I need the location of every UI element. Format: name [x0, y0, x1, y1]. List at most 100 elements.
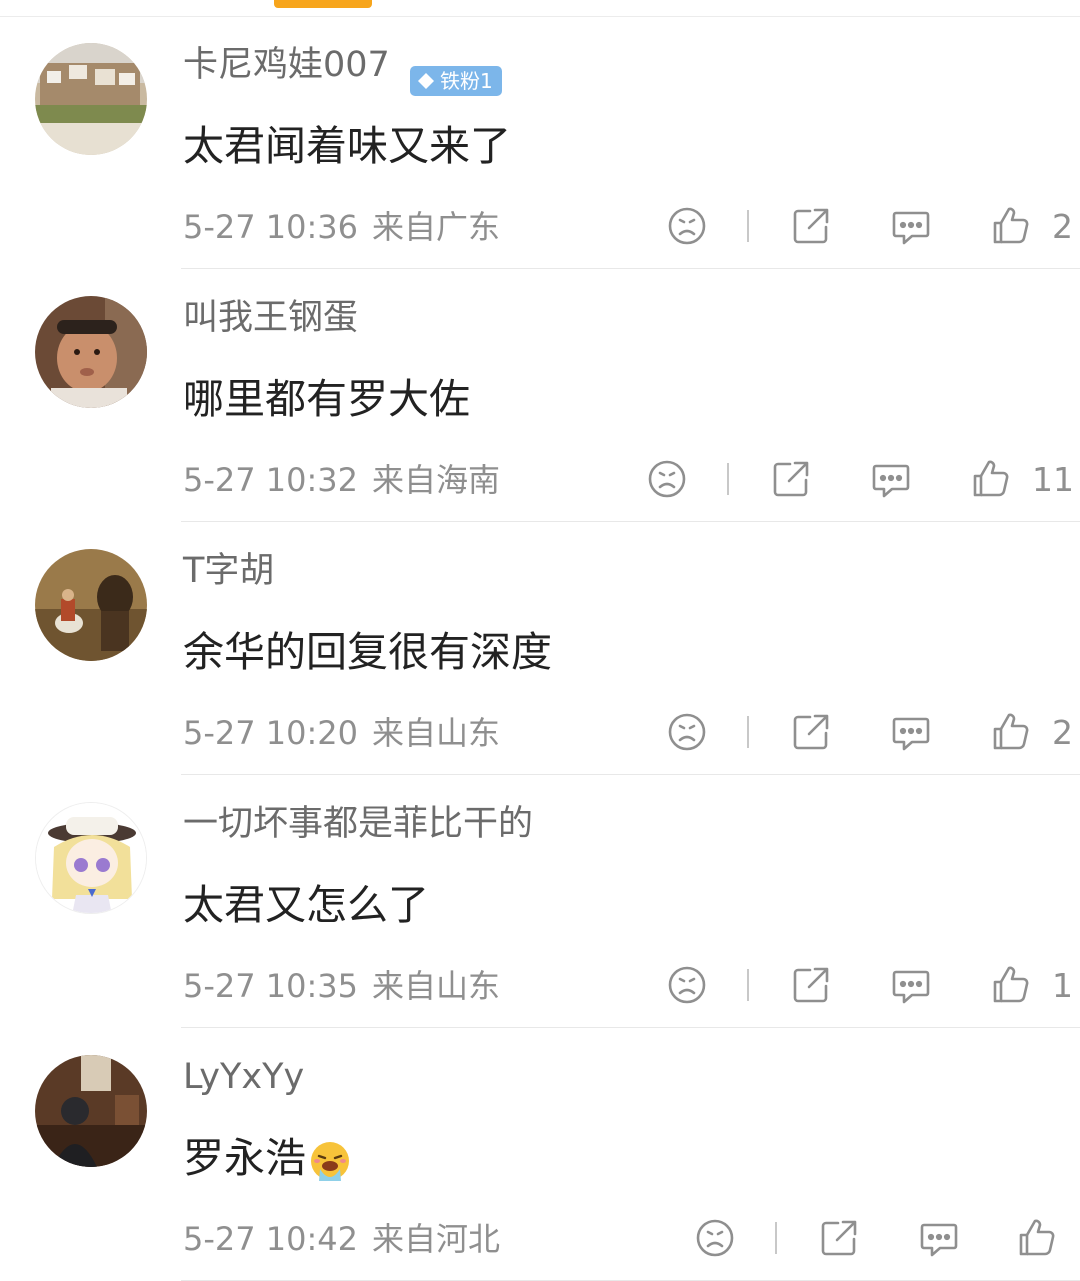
thumbs-up-icon: [993, 207, 1029, 244]
anime-girl-avatar-icon: [36, 803, 146, 913]
sad-face-icon: [696, 1219, 734, 1257]
reply-button[interactable]: [870, 455, 912, 503]
thumbs-up-icon: [1019, 1219, 1055, 1256]
separator: [747, 716, 749, 748]
comment-icon: [920, 1223, 958, 1257]
avatar[interactable]: [35, 802, 147, 914]
separator: [727, 463, 729, 495]
thumbs-up-icon: [973, 460, 1009, 497]
comment-text: 罗永浩: [183, 1132, 352, 1184]
share-icon: [793, 208, 829, 244]
comment-text: 哪里都有罗大佐: [183, 375, 470, 423]
comment-meta: 5-27 10:35 来自山东: [183, 965, 500, 1007]
comment-text-content: 罗永浩: [183, 1134, 306, 1182]
like-count: 11: [1032, 459, 1074, 499]
username[interactable]: LyYxYy: [183, 1055, 304, 1099]
sad-face-icon: [648, 460, 686, 498]
share-icon: [793, 714, 829, 750]
sad-face-icon: [668, 966, 706, 1004]
comment-item: 叫我王钢蛋 哪里都有罗大佐 5-27 10:32 来自海南 11: [0, 269, 1080, 522]
comment-item: T字胡 余华的回复很有深度 5-27 10:20 来自山东 2: [0, 522, 1080, 775]
comment-icon: [872, 464, 910, 498]
share-button[interactable]: [790, 961, 832, 1009]
location: 来自山东: [372, 714, 501, 752]
thumbs-up-icon: [993, 713, 1029, 750]
comment-text: 太君闻着味又来了: [183, 122, 511, 170]
active-tab-indicator: [274, 0, 372, 8]
separator: [747, 969, 749, 1001]
painting-avatar-icon: [35, 549, 147, 661]
thumbs-up-icon: [993, 966, 1029, 1003]
share-button[interactable]: [818, 1214, 860, 1262]
like-button[interactable]: 2: [990, 202, 1073, 250]
share-button[interactable]: [790, 202, 832, 250]
share-button[interactable]: [770, 455, 812, 503]
comment-meta: 5-27 10:42 来自河北: [183, 1218, 500, 1260]
cafe-avatar-icon: [35, 1055, 147, 1167]
avatar[interactable]: [35, 1055, 147, 1167]
comment-text: 太君又怎么了: [183, 881, 429, 929]
action-bar: 1: [626, 961, 1073, 1009]
username[interactable]: 叫我王钢蛋: [183, 296, 358, 340]
location: 来自海南: [372, 461, 501, 499]
comment-icon: [892, 717, 930, 751]
comment-item: LyYxYy 罗永浩 5-27 10:42 来自河北: [0, 1028, 1080, 1281]
reply-button[interactable]: [890, 202, 932, 250]
username[interactable]: 卡尼鸡娃007: [183, 43, 390, 87]
timestamp: 5-27 10:20: [183, 714, 359, 752]
action-bar: 2: [626, 708, 1073, 756]
comment-meta: 5-27 10:36 来自广东: [183, 206, 500, 248]
share-icon: [773, 461, 809, 497]
action-bar: 2: [626, 202, 1073, 250]
sad-face-icon: [668, 207, 706, 245]
landscape-avatar-icon: [35, 43, 147, 155]
like-count: 2: [1052, 206, 1073, 246]
timestamp: 5-27 10:42: [183, 1220, 359, 1258]
location: 来自广东: [372, 208, 501, 246]
badge-label: 铁粉1: [440, 69, 493, 93]
like-count: 2: [1052, 712, 1073, 752]
dislike-button[interactable]: [694, 1214, 736, 1262]
comment-item: 卡尼鸡娃007 铁粉1 太君闻着味又来了 5-27 10:36 来自广东 2: [0, 16, 1080, 269]
fan-badge[interactable]: 铁粉1: [410, 66, 502, 96]
location: 来自山东: [372, 967, 501, 1005]
avatar[interactable]: [35, 43, 147, 155]
username[interactable]: 一切坏事都是菲比干的: [183, 802, 533, 846]
dislike-button[interactable]: [646, 455, 688, 503]
reply-button[interactable]: [918, 1214, 960, 1262]
like-count: 1: [1052, 965, 1073, 1005]
comment-icon: [892, 970, 930, 1004]
timestamp: 5-27 10:32: [183, 461, 359, 499]
username[interactable]: T字胡: [183, 549, 274, 593]
like-button[interactable]: [1016, 1214, 1078, 1262]
like-button[interactable]: 11: [970, 455, 1074, 503]
location: 来自河北: [372, 1220, 501, 1258]
comment-meta: 5-27 10:20 来自山东: [183, 712, 500, 754]
share-button[interactable]: [790, 708, 832, 756]
reply-button[interactable]: [890, 961, 932, 1009]
child-avatar-icon: [35, 296, 147, 408]
separator: [747, 210, 749, 242]
vomit-emoji-icon: [311, 1142, 349, 1181]
action-bar: 11: [626, 455, 1074, 503]
dislike-button[interactable]: [666, 708, 708, 756]
like-button[interactable]: 1: [990, 961, 1073, 1009]
sad-face-icon: [668, 713, 706, 751]
comment-icon: [892, 211, 930, 245]
dislike-button[interactable]: [666, 202, 708, 250]
comment-item: 一切坏事都是菲比干的 太君又怎么了 5-27 10:35 来自山东 1: [0, 775, 1080, 1028]
avatar[interactable]: [35, 296, 147, 408]
diamond-icon: [418, 73, 434, 89]
like-button[interactable]: 2: [990, 708, 1073, 756]
dislike-button[interactable]: [666, 961, 708, 1009]
share-icon: [821, 1220, 857, 1256]
timestamp: 5-27 10:36: [183, 208, 359, 246]
reply-button[interactable]: [890, 708, 932, 756]
action-bar: [626, 1214, 1055, 1262]
comment-meta: 5-27 10:32 来自海南: [183, 459, 500, 501]
avatar[interactable]: [35, 549, 147, 661]
timestamp: 5-27 10:35: [183, 967, 359, 1005]
comment-text: 余华的回复很有深度: [183, 628, 552, 676]
separator: [775, 1222, 777, 1254]
share-icon: [793, 967, 829, 1003]
